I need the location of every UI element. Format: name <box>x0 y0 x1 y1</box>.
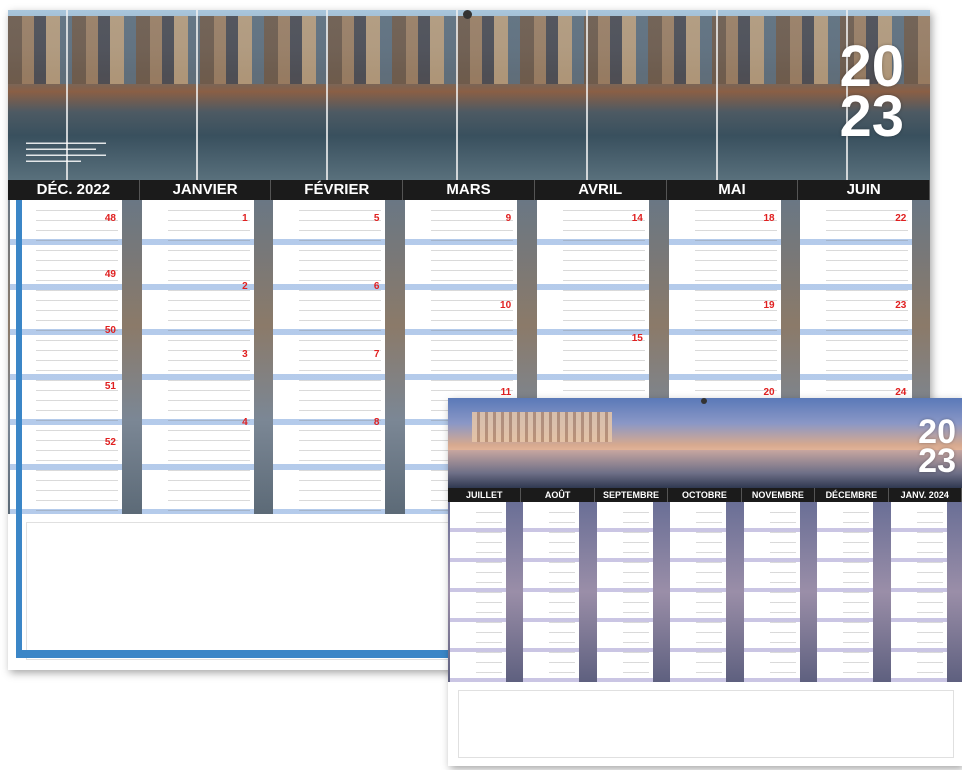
month-header: MARS <box>403 180 535 200</box>
week-number: 19 <box>763 299 775 311</box>
saint-names <box>36 204 118 514</box>
day-list <box>523 502 580 682</box>
month-column <box>523 502 592 682</box>
month-grid <box>448 502 962 682</box>
week-number: 5 <box>373 212 380 224</box>
month-column: 1 2 3 4 <box>141 200 270 514</box>
week-number: 11 <box>500 387 512 398</box>
saint-names <box>299 204 382 514</box>
week-number: 15 <box>631 333 643 345</box>
week-number: 14 <box>631 212 643 224</box>
saint-names <box>622 506 649 682</box>
week-number: 18 <box>763 212 775 224</box>
week-number: 7 <box>373 349 380 361</box>
day-list <box>670 502 727 682</box>
month-column <box>670 502 739 682</box>
month-header: JANV. 2024 <box>889 488 962 502</box>
week-number: 4 <box>242 417 248 429</box>
month-column: 48 49 50 51 52 <box>10 200 138 514</box>
saint-names <box>476 506 502 682</box>
day-list: 1 2 3 4 <box>141 200 254 514</box>
accent-bar <box>16 200 22 658</box>
month-header: MAI <box>667 180 799 200</box>
week-number: 52 <box>104 436 116 448</box>
seafront-building <box>472 412 612 442</box>
accent-bar-bottom <box>16 650 456 658</box>
saint-names <box>769 506 796 682</box>
hanging-hole <box>463 10 472 19</box>
week-number: 9 <box>505 212 512 224</box>
week-number: 2 <box>242 280 248 292</box>
month-column <box>817 502 886 682</box>
saint-names <box>167 204 250 514</box>
week-number: 23 <box>895 299 907 311</box>
week-number: 3 <box>242 349 248 361</box>
month-header: DÉCEMBRE <box>815 488 889 502</box>
month-column: 5 6 7 8 <box>273 200 401 514</box>
month-header: JUIN <box>798 180 930 200</box>
week-number: 51 <box>104 380 116 392</box>
month-header: DÉC. 2022 <box>8 180 140 200</box>
saint-names <box>843 506 870 682</box>
month-header: NOVEMBRE <box>742 488 816 502</box>
hanging-hole <box>701 398 707 404</box>
week-number: 10 <box>500 299 512 311</box>
notes-area <box>458 690 954 758</box>
month-header: JANVIER <box>140 180 272 200</box>
calendar-sheet-back: 20 23 JUILLET AOÛT SEPTEMBRE OCTOBRE NOVEMBR… <box>448 398 962 766</box>
month-header: OCTOBRE <box>668 488 742 502</box>
month-header: AOÛT <box>521 488 595 502</box>
day-list <box>817 502 874 682</box>
month-column <box>743 502 813 682</box>
harbor-photo: ▬▬▬▬▬▬▬▬▬▬▬▬▬▬▬▬ ▬▬▬▬▬▬▬▬▬▬▬▬▬▬ ▬▬▬▬▬▬▬▬▬▬… <box>8 10 930 180</box>
month-header: AVRIL <box>535 180 667 200</box>
month-header-row: JUILLET AOÛT SEPTEMBRE OCTOBRE NOVEMBRE DÉCEM… <box>448 488 962 502</box>
month-header: FÉVRIER <box>271 180 404 200</box>
day-list <box>450 502 506 682</box>
week-number: 20 <box>763 387 775 398</box>
month-column <box>450 502 519 682</box>
year-label: 20 23 <box>839 34 904 149</box>
notes-area <box>26 522 468 660</box>
saint-names <box>696 506 723 682</box>
month-header: SEPTEMBRE <box>595 488 669 502</box>
week-number: 49 <box>104 268 116 280</box>
year-label: 20 23 <box>918 413 956 481</box>
week-number: 1 <box>242 212 248 224</box>
day-list <box>890 502 947 682</box>
month-header-row: DÉC. 2022 JANVIER FÉVRIER MARS AVRIL MAI JUIN <box>8 180 930 200</box>
week-number: 8 <box>373 417 380 429</box>
beach-photo: 20 23 <box>448 398 962 488</box>
day-list: 5 6 7 8 <box>273 200 386 514</box>
saint-names <box>916 506 943 682</box>
saint-names <box>549 506 576 682</box>
day-list <box>743 502 800 682</box>
week-number: 6 <box>373 280 380 292</box>
month-column <box>890 502 960 682</box>
photo-caption-block: ▬▬▬▬▬▬▬▬▬▬▬▬▬▬▬▬ ▬▬▬▬▬▬▬▬▬▬▬▬▬▬ ▬▬▬▬▬▬▬▬▬▬… <box>26 140 106 164</box>
day-list: 48 49 50 51 52 <box>10 200 122 514</box>
week-number: 24 <box>895 387 907 398</box>
week-number: 22 <box>895 212 907 224</box>
month-column <box>596 502 666 682</box>
day-list <box>596 502 653 682</box>
week-number: 50 <box>104 324 116 336</box>
month-header: JUILLET <box>448 488 522 502</box>
week-number: 48 <box>104 212 116 224</box>
